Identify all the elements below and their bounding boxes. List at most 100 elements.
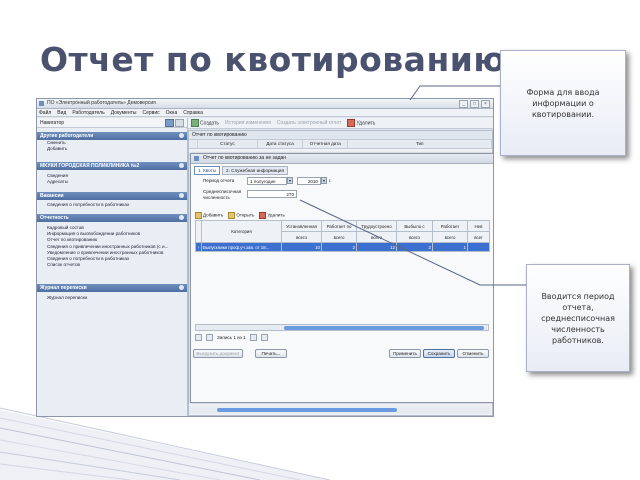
collapse-icon[interactable] xyxy=(179,133,184,138)
dialog-tabs: 1. Квоты 2. Служебная информация xyxy=(194,166,288,175)
delete-label: Удалить xyxy=(356,120,376,127)
create-button[interactable]: Создать xyxy=(191,119,219,127)
subcol-total: всего xyxy=(281,231,322,243)
callout-form-text: Форма для ввода информации о квотировани… xyxy=(526,87,600,119)
menu-view[interactable]: Вид xyxy=(57,109,66,116)
nav-item-vacancy-needs[interactable]: Сведения о потребности в работниках xyxy=(37,202,187,208)
callout-period-text: Вводится период отчета, среднесписочная … xyxy=(541,291,615,345)
subcol-total: всего xyxy=(396,231,433,243)
nav-section-vacancies: Вакансии Сведения о потребности в работн… xyxy=(37,192,187,208)
col-truncated[interactable]: Нев xyxy=(467,220,490,232)
close-button[interactable]: × xyxy=(481,100,490,108)
navigator-title: Навигатор xyxy=(40,120,65,126)
nav-section-header[interactable]: МКУКИ ГОРОДСКАЯ ПОЛИКЛИНИКА №2 xyxy=(37,162,187,170)
nav-item-foreign-workers[interactable]: Сведения о привлечении иностранных работ… xyxy=(37,244,187,250)
next-record-icon[interactable] xyxy=(249,334,257,341)
history-button[interactable]: История изменения xyxy=(225,120,271,126)
menu-service[interactable]: Сервис xyxy=(142,109,159,116)
electronic-report-button[interactable]: Создать электронный отчет xyxy=(277,120,341,126)
apply-button[interactable]: Применить xyxy=(389,349,421,358)
tab-service-info[interactable]: 2. Служебная информация xyxy=(222,166,288,175)
col-status[interactable]: Статус xyxy=(198,140,258,148)
nav-item-addresses[interactable]: Адресаты xyxy=(37,179,187,185)
scroll-thumb[interactable] xyxy=(284,326,484,330)
nav-section-org: МКУКИ ГОРОДСКАЯ ПОЛИКЛИНИКА №2 Сведения … xyxy=(37,162,187,185)
nav-item-correspondence[interactable]: Журнал переписки xyxy=(37,295,187,301)
menu-employer[interactable]: Работодатель xyxy=(72,109,104,116)
period-dropdown-icon[interactable]: ▾ xyxy=(287,177,293,184)
row-value[interactable] xyxy=(467,242,490,252)
col-status-date[interactable]: Дата статуса xyxy=(258,140,304,148)
open-label: Открыть xyxy=(236,212,255,218)
upload-document-button[interactable]: Выгрузить документ xyxy=(193,349,243,358)
year-field[interactable]: 2010 xyxy=(297,177,321,185)
period-select[interactable]: 1 полугодие xyxy=(247,177,287,185)
main-hscrollbar[interactable] xyxy=(189,406,491,414)
open-row-button[interactable]: Открыть xyxy=(228,212,254,219)
navigator-header: Навигатор xyxy=(37,118,187,128)
row-category[interactable]: Выпускники проф.уч.зав. от 18... xyxy=(201,242,282,252)
slide-title: Отчет по квотированию. xyxy=(40,40,519,79)
col-category[interactable]: Категория xyxy=(201,220,282,243)
menu-help[interactable]: Справка xyxy=(183,109,203,116)
row-value[interactable]: 2 xyxy=(396,242,433,252)
row-value[interactable]: 1 xyxy=(432,242,468,252)
subcol-total: всег xyxy=(467,231,490,243)
subcol-total: всего xyxy=(356,231,397,243)
delete-row-button[interactable]: Удалить xyxy=(259,212,285,219)
col-works[interactable]: Работает xyxy=(432,220,468,232)
nav-section-title: Журнал переписки xyxy=(40,285,87,291)
table-hscrollbar[interactable] xyxy=(195,324,489,331)
minimize-button[interactable]: _ xyxy=(459,100,468,108)
create-icon xyxy=(191,119,199,127)
cancel-button[interactable]: Отменить xyxy=(457,349,489,358)
nav-section-correspondence: Журнал переписки Журнал переписки xyxy=(37,284,187,301)
subcol-total: всего xyxy=(321,231,357,243)
nav-section-header[interactable]: Отчетность xyxy=(37,214,187,222)
menu-documents[interactable]: Документы xyxy=(111,109,137,116)
menubar: Файл Вид Работодатель Документы Сервис О… xyxy=(37,109,493,117)
menu-windows[interactable]: Окна xyxy=(166,109,178,116)
maximize-button[interactable]: □ xyxy=(470,100,479,108)
main-scroll-thumb[interactable] xyxy=(217,408,397,412)
period-label: Период отчета xyxy=(203,178,235,183)
col-working[interactable]: Работает по xyxy=(321,220,357,232)
nav-section-header[interactable]: Журнал переписки xyxy=(37,284,187,292)
record-counter: Запись 1 из 1 xyxy=(217,335,246,340)
collapse-icon[interactable] xyxy=(179,215,184,220)
headcount-field[interactable]: 270 xyxy=(247,190,297,198)
nav-item-report-list[interactable]: Список отчетов xyxy=(37,262,187,268)
menu-file[interactable]: Файл xyxy=(39,109,51,116)
print-button[interactable]: Печать... xyxy=(255,349,287,358)
quota-report-dialog: Отчет по квотированию за не задан 1. Кво… xyxy=(190,153,493,403)
col-employed[interactable]: Трудоустроено xyxy=(356,220,397,232)
first-record-icon[interactable] xyxy=(195,334,202,341)
collapse-icon[interactable] xyxy=(179,285,184,290)
row-value[interactable]: 2 xyxy=(321,242,357,252)
col-left[interactable]: Выбыло с xyxy=(396,220,433,232)
nav-section-header[interactable]: Другие работодатели xyxy=(37,132,187,140)
row-value[interactable]: 10 xyxy=(281,242,322,252)
table-row[interactable]: › Выпускники проф.уч.зав. от 18... 10 2 … xyxy=(195,242,490,252)
last-record-icon[interactable] xyxy=(260,334,268,341)
collapse-icon[interactable] xyxy=(179,193,184,198)
add-row-button[interactable]: Добавить xyxy=(195,212,223,219)
nav-item-add[interactable]: Добавить xyxy=(37,146,187,152)
collapse-icon[interactable] xyxy=(179,163,184,168)
prev-record-icon[interactable] xyxy=(206,334,213,341)
pin-icon[interactable] xyxy=(165,119,174,127)
dialog-toolbar: Добавить Открыть Удалить xyxy=(195,212,285,219)
nav-section-employers: Другие работодатели Сменить Добавить xyxy=(37,132,187,152)
year-stepper-icon[interactable]: ▾ xyxy=(321,177,327,184)
close-panel-icon[interactable] xyxy=(175,119,184,127)
col-report-date[interactable]: Отчетная дата xyxy=(303,140,349,148)
row-value[interactable]: 12 xyxy=(356,242,397,252)
headcount-label-line1: Среднесписочная xyxy=(203,189,242,194)
nav-section-header[interactable]: Вакансии xyxy=(37,192,187,200)
col-established[interactable]: Установленная xyxy=(281,220,322,232)
tab-quotas[interactable]: 1. Квоты xyxy=(194,166,221,175)
save-button[interactable]: Сохранить xyxy=(423,349,455,358)
delete-button[interactable]: Удалить xyxy=(347,119,375,127)
col-type[interactable]: Тип xyxy=(348,140,492,148)
callout-period-description: Вводится период отчета, среднесписочная … xyxy=(526,264,630,372)
